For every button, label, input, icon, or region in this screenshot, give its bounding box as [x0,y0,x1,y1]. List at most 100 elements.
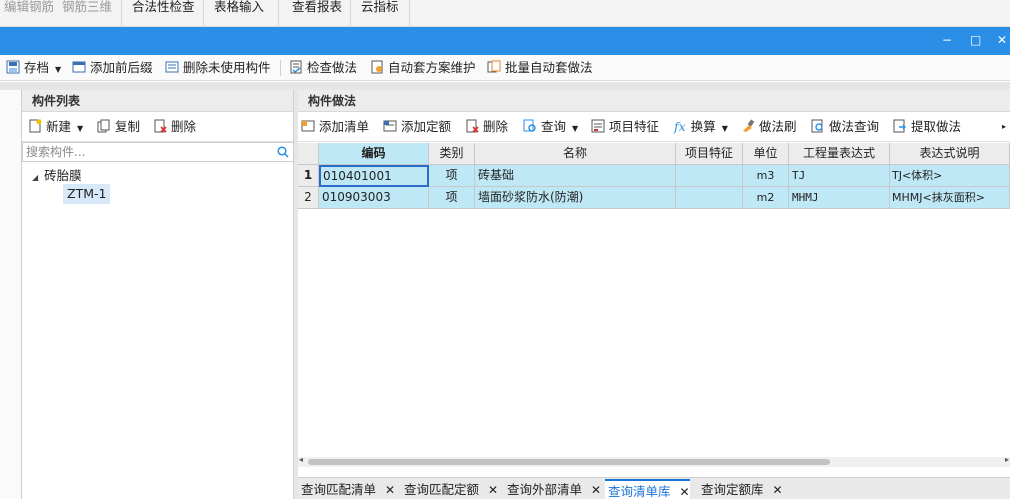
cell-name[interactable]: 砖基础 [475,165,676,187]
title-bar: − □ ✕ [0,27,1010,55]
horizontal-scrollbar[interactable]: ◂ ▸ [298,455,1010,467]
item-feature-button[interactable]: 项目特征 [591,118,659,136]
cell-code[interactable]: 010401001 [319,165,429,187]
tab-query-external-list[interactable]: 查询外部清单 ✕ [504,479,601,500]
cell-feature[interactable] [676,165,743,187]
delete-icon [154,119,167,133]
column-header-expression-desc[interactable]: 表达式说明 [890,143,1010,165]
close-icon[interactable]: ✕ [488,483,498,497]
column-header-type[interactable]: 类别 [429,143,475,165]
add-list-button[interactable]: 添加清单 [301,118,369,136]
add-list-icon [301,120,315,132]
tab-query-match-quota[interactable]: 查询匹配定额 ✕ [401,479,498,500]
auto-scheme-button[interactable]: 自动套方案维护 [370,59,476,77]
add-quota-icon [383,120,397,132]
delete-icon [466,119,479,133]
cell-expression-desc[interactable]: TJ<体积> [890,165,1010,187]
menu-tab-validity-check[interactable]: 合法性检查 [132,0,195,27]
scrollbar-thumb[interactable] [308,459,830,465]
close-icon[interactable]: ✕ [680,485,690,499]
new-doc-icon [29,119,42,133]
column-header-unit[interactable]: 单位 [743,143,789,165]
cell-unit[interactable]: m2 [743,187,789,209]
extract-method-label: 提取做法 [911,119,962,134]
convert-button[interactable]: fx 换算 ▼ [674,118,728,136]
column-header-feature[interactable]: 项目特征 [676,143,743,165]
menu-tab-table-input[interactable]: 表格输入 [214,0,264,27]
cell-expression[interactable]: MHMJ [789,187,890,209]
scroll-right-icon[interactable]: ▸ [1005,455,1009,464]
new-component-label: 新建 [46,119,72,134]
archive-button[interactable]: 存档 ▼ [6,59,61,77]
menu-divider [203,0,204,27]
tab-query-match-list[interactable]: 查询匹配清单 ✕ [298,479,395,500]
tab-query-quota-library[interactable]: 查询定额库 ✕ [698,479,783,500]
extract-method-button[interactable]: 提取做法 [893,118,961,136]
menu-tab-rebar-3d[interactable]: 钢筋三维 [62,0,112,27]
search-input[interactable] [23,143,263,161]
cell-feature[interactable] [676,187,743,209]
check-method-button[interactable]: 检查做法 [289,59,357,77]
tree-expand-icon[interactable]: ◢ [32,173,38,182]
gear-doc-icon [371,60,383,74]
delete-method-button[interactable]: 删除 [465,118,508,136]
cell-code[interactable]: 010903003 [319,187,429,209]
close-icon[interactable]: ✕ [591,483,601,497]
extract-icon [893,119,906,133]
cell-unit[interactable]: m3 [743,165,789,187]
copy-component-label: 复制 [115,119,141,134]
query-button[interactable]: 查询 ▼ [523,118,578,136]
tab-label: 查询外部清单 [507,482,583,497]
bottom-tab-bar: 查询匹配清单 ✕ 查询匹配定额 ✕ 查询外部清单 ✕ 查询清单库 ✕ 查询定额库 ✕ [298,477,1010,500]
batch-icon [487,60,501,73]
column-header-code[interactable]: 编码 [319,143,429,165]
cell-name[interactable]: 墙面砂浆防水(防潮) [475,187,676,209]
menu-divider [350,0,351,27]
query-icon [523,119,536,132]
delete-unused-button[interactable]: 删除未使用构件 [165,59,271,77]
tree-item-selected[interactable]: ZTM-1 [63,184,111,204]
column-header-name[interactable]: 名称 [475,143,676,165]
cell-type[interactable]: 项 [429,187,475,209]
tab-query-list-library[interactable]: 查询清单库 ✕ [605,479,690,500]
menu-tab-view-report[interactable]: 查看报表 [292,0,342,27]
add-list-label: 添加清单 [319,119,370,134]
method-toolbar: 添加清单 添加定额 删除 查询 ▼ 项目特征 fx 换算 ▼ 做法刷 做法查询 提取做… [298,112,1010,142]
batch-auto-button[interactable]: 批量自动套做法 [487,59,593,77]
collapsed-left-strip[interactable] [0,90,22,499]
new-component-button[interactable]: 新建 ▼ [28,118,83,136]
delete-unused-label: 删除未使用构件 [183,60,271,75]
method-brush-button[interactable]: 做法刷 [741,118,797,136]
menu-tab-cloud-index[interactable]: 云指标 [361,0,399,27]
cell-expression[interactable]: TJ [789,165,890,187]
row-number: 2 [298,187,319,209]
table-row[interactable]: 2 010903003 项 墙面砂浆防水(防潮) m2 MHMJ MHMJ<抹灰… [298,187,1010,209]
menu-tab-edit-rebar[interactable]: 编辑钢筋 [4,0,54,27]
close-icon[interactable]: ✕ [997,33,1007,47]
copy-component-button[interactable]: 复制 [97,118,140,136]
close-icon[interactable]: ✕ [385,483,395,497]
add-prefix-icon [72,61,86,73]
component-search [22,142,294,162]
tab-label: 查询定额库 [701,482,764,497]
scroll-left-icon[interactable]: ◂ [299,455,303,464]
add-prefix-suffix-label: 添加前后缀 [90,60,153,75]
close-icon[interactable]: ✕ [773,483,783,497]
tree-group[interactable]: ◢ 砖胎膜 [32,165,82,184]
cell-type[interactable]: 项 [429,165,475,187]
maximize-icon[interactable]: □ [970,33,981,47]
list-delete-icon [165,61,179,73]
add-prefix-suffix-button[interactable]: 添加前后缀 [72,59,153,77]
cell-expression-desc[interactable]: MHMJ<抹灰面积> [890,187,1010,209]
minimize-icon[interactable]: − [942,33,952,47]
table-row[interactable]: 1 010401001 项 砖基础 m3 TJ TJ<体积> [298,165,1010,187]
column-header-expression[interactable]: 工程量表达式 [789,143,890,165]
component-method-panel: 构件做法 添加清单 添加定额 删除 查询 ▼ 项目特征 fx 换算 ▼ 做法刷 做法查… [298,90,1010,499]
delete-component-label: 删除 [171,119,197,134]
toolbar-more-icon[interactable]: ▸ [1002,118,1006,136]
chevron-down-icon: ▼ [55,65,62,74]
add-quota-button[interactable]: 添加定额 [383,118,451,136]
search-icon[interactable] [277,146,289,158]
delete-component-button[interactable]: 删除 [153,118,196,136]
method-query-button[interactable]: 做法查询 [811,118,879,136]
